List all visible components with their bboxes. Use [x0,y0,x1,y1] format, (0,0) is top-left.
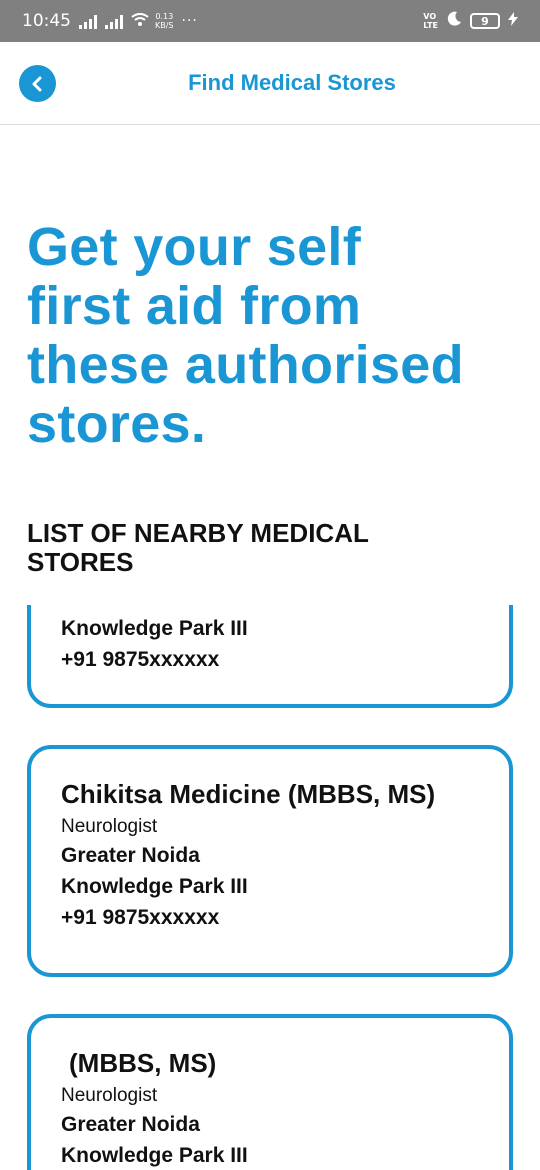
network-speed-value: 0.13 [155,12,174,21]
store-area: Knowledge Park III [61,875,248,898]
store-phone: +91 9875xxxxxx [61,648,220,671]
store-specialty: Neurologist [61,1085,158,1106]
volte-top: VO [423,12,437,21]
hero-line-2: first aid from [27,276,362,336]
store-name: (MBBS, MS) [69,1048,217,1078]
volte-bottom: LTE [423,21,438,30]
volte-indicator: VO LTE [423,12,438,30]
store-city: Greater Noida [61,1113,200,1136]
battery-icon: 9 [470,13,500,29]
store-phone: +91 9875xxxxxx [61,906,220,929]
hero-line-1: Get your self [27,217,361,277]
status-bar: 10:45 0.13 KB/S ··· VO LTE 9 [0,0,540,42]
network-speed-unit: KB/S [155,21,174,30]
store-card[interactable]: Knowledge Park III +91 9875xxxxxx [27,605,513,708]
section-title-line-1: LIST OF NEARBY MEDICAL [27,518,369,548]
store-specialty: Neurologist [61,816,158,837]
store-card[interactable]: (MBBS, MS) Neurologist Greater Noida Kno… [27,1014,513,1170]
wifi-icon [131,12,149,31]
signal-icon-2 [105,13,123,29]
section-title-line-2: STORES [27,547,134,577]
network-speed: 0.13 KB/S [155,12,174,30]
page-title: Find Medical Stores [188,70,396,95]
store-list[interactable]: Knowledge Park III +91 9875xxxxxx Chikit… [0,605,540,1170]
store-city: Greater Noida [61,844,200,867]
store-name: Chikitsa Medicine (MBBS, MS) [61,779,436,809]
app-header: Find Medical Stores [0,42,540,125]
more-notifications-icon: ··· [181,13,198,29]
status-time: 10:45 [22,11,71,31]
signal-icon [79,13,97,29]
moon-icon [446,11,462,31]
hero-line-4: stores. [27,394,207,454]
hero-line-3: these authorised [27,335,464,395]
store-area: Knowledge Park III [61,617,248,640]
battery-level: 9 [481,14,489,28]
section-title: LIST OF NEARBY MEDICAL STORES [27,519,507,577]
charging-icon [508,12,518,30]
store-card[interactable]: Chikitsa Medicine (MBBS, MS) Neurologist… [27,745,513,977]
hero-heading: Get your self first aid from these autho… [27,218,527,454]
store-area: Knowledge Park III [61,1144,248,1167]
